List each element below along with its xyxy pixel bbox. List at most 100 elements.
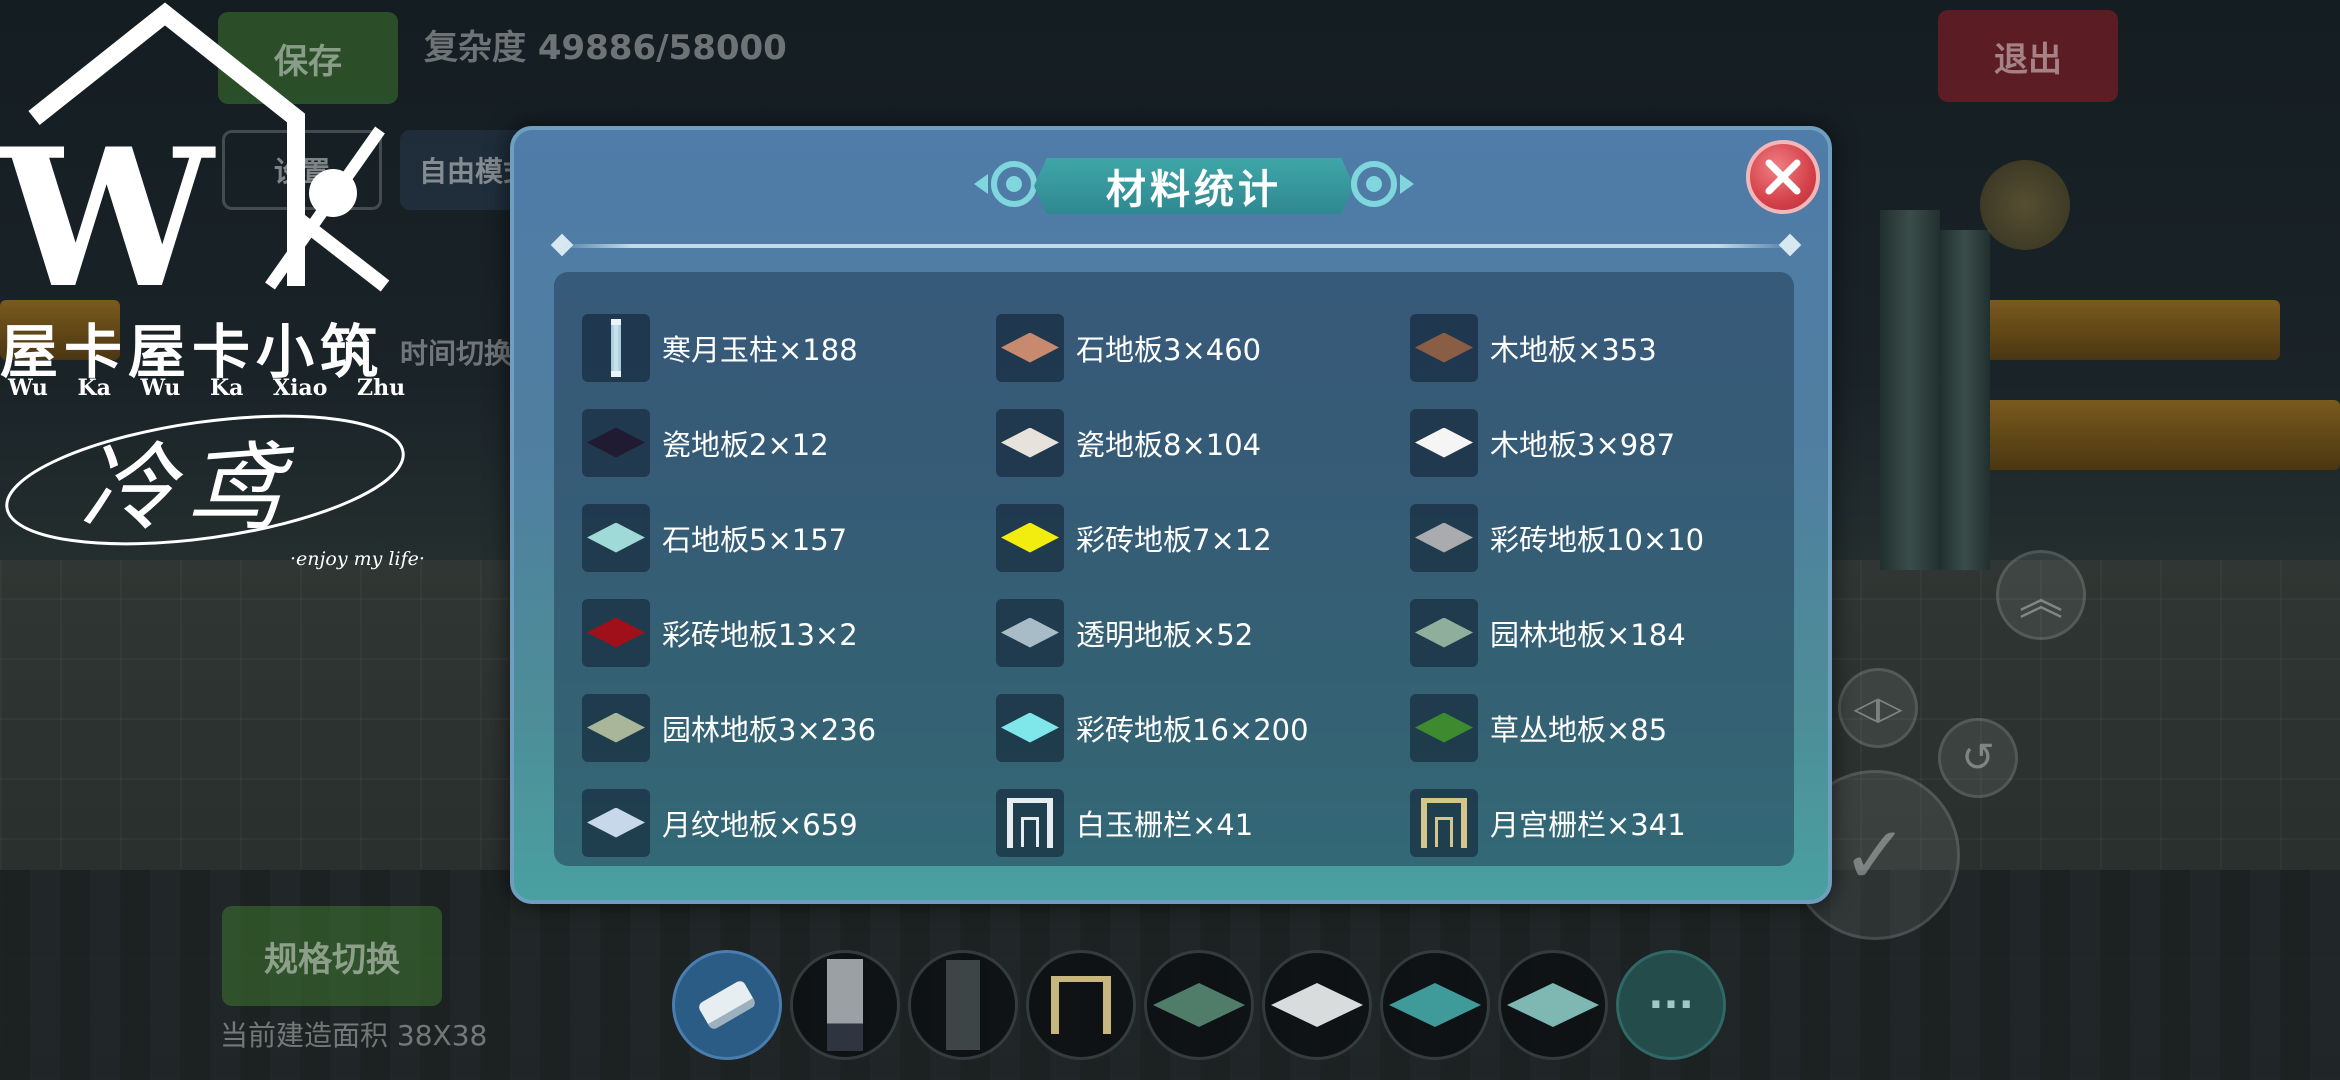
exit-button[interactable]: 退出 bbox=[1938, 10, 2118, 102]
material-item: 木地板×353 bbox=[1410, 300, 1810, 395]
tile-icon bbox=[996, 503, 1064, 572]
svg-text:W: W bbox=[0, 107, 216, 300]
material-label: 彩砖地板13×2 bbox=[662, 617, 858, 652]
hotbar-slot-white-tile[interactable] bbox=[1262, 950, 1372, 1060]
close-button[interactable] bbox=[1746, 140, 1820, 214]
brick-wall-icon bbox=[827, 959, 863, 1051]
material-label: 园林地板3×236 bbox=[662, 712, 877, 747]
material-label: 木地板×353 bbox=[1490, 332, 1657, 367]
material-label: 木地板3×987 bbox=[1490, 427, 1676, 462]
material-item: 寒月玉柱×188 bbox=[582, 300, 996, 395]
tile-icon bbox=[996, 313, 1064, 382]
hotbar-slot-eraser[interactable] bbox=[672, 950, 782, 1060]
dark-wall-icon bbox=[946, 960, 980, 1050]
light-teal-tile-icon bbox=[1507, 983, 1599, 1027]
tile-icon bbox=[582, 408, 650, 477]
fence-icon bbox=[1410, 788, 1478, 857]
material-label: 彩砖地板10×10 bbox=[1490, 522, 1705, 557]
divider-right-gem bbox=[1778, 233, 1802, 257]
tile-icon bbox=[996, 693, 1064, 762]
material-label: 透明地板×52 bbox=[1076, 617, 1254, 652]
material-label: 草丛地板×85 bbox=[1490, 712, 1668, 747]
tile-icon bbox=[582, 598, 650, 667]
material-label: 石地板5×157 bbox=[662, 522, 848, 557]
material-item: 月宫栅栏×341 bbox=[1410, 775, 1810, 870]
hotbar-slot-light-teal-tile[interactable] bbox=[1498, 950, 1608, 1060]
material-label: 瓷地板2×12 bbox=[662, 427, 829, 462]
hotbar-slot-teal-tile[interactable] bbox=[1380, 950, 1490, 1060]
fence-icon bbox=[1051, 976, 1111, 1034]
watermark-signature: 冷鸢 bbox=[80, 432, 292, 544]
fence-icon bbox=[996, 788, 1064, 857]
material-item: 园林地板3×236 bbox=[582, 680, 996, 775]
tile-icon bbox=[582, 503, 650, 572]
material-item: 瓷地板8×104 bbox=[996, 395, 1410, 490]
scene-pillar-1 bbox=[1880, 210, 1940, 570]
material-item: 草丛地板×85 bbox=[1410, 680, 1810, 775]
material-label: 寒月玉柱×188 bbox=[662, 332, 858, 367]
green-tile-icon bbox=[1153, 983, 1245, 1027]
material-item: 彩砖地板16×200 bbox=[996, 680, 1410, 775]
title-right-ornament-icon bbox=[1351, 161, 1414, 207]
close-x-icon bbox=[1765, 159, 1801, 195]
material-label: 白玉栅栏×41 bbox=[1076, 807, 1254, 842]
dialog-title: 材料统计 bbox=[1106, 167, 1282, 213]
material-item: 石地板3×460 bbox=[996, 300, 1410, 395]
tile-icon bbox=[582, 693, 650, 762]
watermark: W 屋卡屋卡小筑 Wu Ka Wu Ka Xiao Zhu 冷鸢 ·enjoy … bbox=[0, 0, 440, 590]
scene-pillar-2 bbox=[1940, 230, 1990, 570]
material-label: 月纹地板×659 bbox=[662, 807, 858, 842]
material-item: 白玉栅栏×41 bbox=[996, 775, 1410, 870]
watermark-pinyin: Wu Ka Wu Ka Xiao Zhu bbox=[8, 375, 406, 401]
tile-icon bbox=[1410, 408, 1478, 477]
hotbar-slot-fence[interactable] bbox=[1026, 950, 1136, 1060]
material-label: 园林地板×184 bbox=[1490, 617, 1686, 652]
material-item: 彩砖地板7×12 bbox=[996, 490, 1410, 585]
scene-moon-ornament bbox=[1980, 160, 2070, 250]
materials-grid: 寒月玉柱×188 石地板3×460 木地板×353 瓷地板2×12 瓷地板8×104 木地… bbox=[582, 300, 1810, 870]
pillar-icon bbox=[582, 313, 650, 382]
material-item: 瓷地板2×12 bbox=[582, 395, 996, 490]
tile-icon bbox=[996, 598, 1064, 667]
undo-button[interactable]: ↺ bbox=[1938, 718, 2018, 798]
tile-icon bbox=[1410, 598, 1478, 667]
spec-switch-button[interactable]: 规格切换 bbox=[222, 906, 442, 1006]
tile-icon bbox=[1410, 313, 1478, 382]
eraser-icon bbox=[696, 979, 758, 1031]
material-item: 石地板5×157 bbox=[582, 490, 996, 585]
tile-icon bbox=[996, 408, 1064, 477]
dialog-title-banner: 材料统计 bbox=[974, 152, 1414, 216]
more-icon: ··· bbox=[1648, 982, 1694, 1028]
material-item: 木地板3×987 bbox=[1410, 395, 1810, 490]
hotbar-more-button[interactable]: ··· bbox=[1616, 950, 1726, 1060]
material-label: 月宫栅栏×341 bbox=[1490, 807, 1686, 842]
watermark-tagline: ·enjoy my life· bbox=[290, 548, 425, 570]
material-item: 彩砖地板13×2 bbox=[582, 585, 996, 680]
tile-icon bbox=[1410, 693, 1478, 762]
hotbar-slot-brick-wall[interactable] bbox=[790, 950, 900, 1060]
house-logo-icon: W bbox=[0, 2, 390, 300]
material-stats-dialog: 材料统计 寒月玉柱×188 石地板3×460 木地板×353 瓷地板2×12 瓷地板8×… bbox=[510, 126, 1832, 904]
title-divider bbox=[558, 244, 1792, 248]
material-item: 园林地板×184 bbox=[1410, 585, 1810, 680]
material-item: 透明地板×52 bbox=[996, 585, 1410, 680]
material-label: 瓷地板8×104 bbox=[1076, 427, 1262, 462]
material-item: 彩砖地板10×10 bbox=[1410, 490, 1810, 585]
build-area-text: 当前建造面积 38X38 bbox=[220, 1019, 488, 1052]
item-hotbar: ··· bbox=[672, 950, 1726, 1060]
teal-tile-icon bbox=[1389, 983, 1481, 1027]
material-label: 彩砖地板7×12 bbox=[1076, 522, 1272, 557]
material-item: 月纹地板×659 bbox=[582, 775, 996, 870]
hotbar-slot-green-tile[interactable] bbox=[1144, 950, 1254, 1060]
materials-panel: 寒月玉柱×188 石地板3×460 木地板×353 瓷地板2×12 瓷地板8×104 木地… bbox=[554, 272, 1794, 866]
tile-icon bbox=[582, 788, 650, 857]
mirror-button[interactable]: ◁▷ bbox=[1838, 668, 1918, 748]
white-tile-icon bbox=[1271, 983, 1363, 1027]
material-label: 石地板3×460 bbox=[1076, 332, 1262, 367]
tile-icon bbox=[1410, 503, 1478, 572]
scene-roof-right bbox=[1980, 300, 2280, 360]
material-label: 彩砖地板16×200 bbox=[1076, 712, 1309, 747]
hotbar-slot-dark-wall[interactable] bbox=[908, 950, 1018, 1060]
raise-arrow-button[interactable]: ︽ bbox=[1996, 550, 2086, 640]
complexity-text: 复杂度 49886/58000 bbox=[424, 28, 787, 68]
